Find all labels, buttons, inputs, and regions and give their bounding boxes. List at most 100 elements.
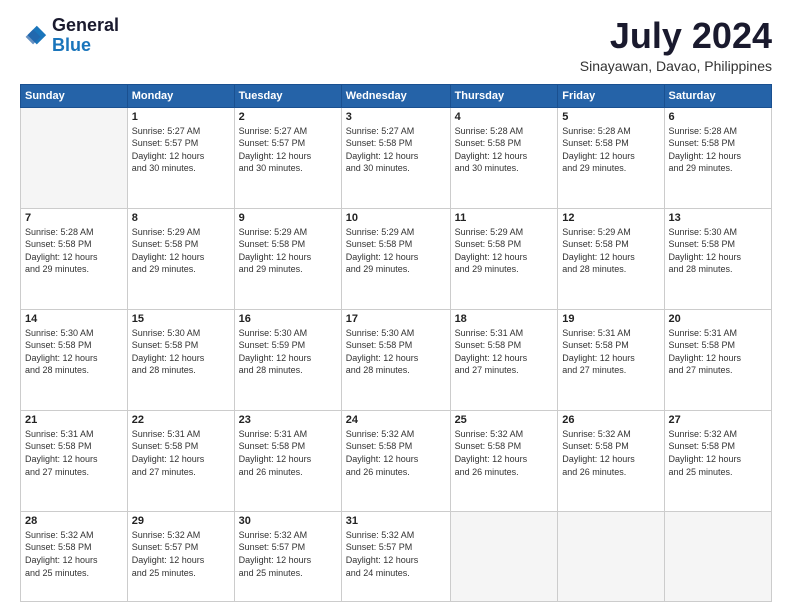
day-info: Sunrise: 5:30 AM Sunset: 5:58 PM Dayligh… (25, 327, 123, 377)
calendar-cell: 11Sunrise: 5:29 AM Sunset: 5:58 PM Dayli… (450, 208, 558, 309)
title-section: July 2024 Sinayawan, Davao, Philippines (580, 16, 772, 74)
page: General Blue July 2024 Sinayawan, Davao,… (0, 0, 792, 612)
day-number: 1 (132, 111, 230, 123)
day-number: 10 (346, 212, 446, 224)
calendar-cell: 16Sunrise: 5:30 AM Sunset: 5:59 PM Dayli… (234, 309, 341, 410)
calendar-cell: 26 Sunrise: 5:32 AM Sunset: 5:58 PM Dayli… (558, 410, 664, 511)
day-number: 24 (346, 414, 446, 426)
day-number: 4 (455, 111, 554, 123)
day-info: Sunrise: 5:28 AM Sunset: 5:58 PM Dayligh… (455, 125, 554, 175)
calendar-cell: 28 Sunrise: 5:32 AM Sunset: 5:58 PM Dayli… (21, 511, 128, 601)
calendar-cell: 29Sunrise: 5:32 AM Sunset: 5:57 PM Dayli… (127, 511, 234, 601)
day-info: Sunrise: 5:32 AM Sunset: 5:58 PM Dayligh… (562, 428, 659, 478)
col-header-wednesday: Wednesday (341, 84, 450, 107)
week-row-3: 14Sunrise: 5:30 AM Sunset: 5:58 PM Dayli… (21, 309, 772, 410)
day-number: 15 (132, 313, 230, 325)
header: General Blue July 2024 Sinayawan, Davao,… (20, 16, 772, 74)
month-title: July 2024 (580, 16, 772, 56)
day-number: 2 (239, 111, 337, 123)
calendar-cell: 1 Sunrise: 5:27 AM Sunset: 5:57 PM Daylig… (127, 107, 234, 208)
day-number: 21 (25, 414, 123, 426)
day-info: Sunrise: 5:27 AM Sunset: 5:57 PM Dayligh… (132, 125, 230, 175)
day-number: 13 (669, 212, 767, 224)
col-header-monday: Monday (127, 84, 234, 107)
calendar-cell: 17 Sunrise: 5:30 AM Sunset: 5:58 PM Dayli… (341, 309, 450, 410)
day-info: Sunrise: 5:31 AM Sunset: 5:58 PM Dayligh… (562, 327, 659, 377)
day-number: 22 (132, 414, 230, 426)
calendar-cell: 25 Sunrise: 5:32 AM Sunset: 5:58 PM Dayli… (450, 410, 558, 511)
calendar-cell: 5Sunrise: 5:28 AM Sunset: 5:58 PM Daylig… (558, 107, 664, 208)
calendar-cell (21, 107, 128, 208)
calendar-cell: 6 Sunrise: 5:28 AM Sunset: 5:58 PM Daylig… (664, 107, 771, 208)
calendar-cell (450, 511, 558, 601)
calendar-cell: 14Sunrise: 5:30 AM Sunset: 5:58 PM Dayli… (21, 309, 128, 410)
calendar-cell: 18 Sunrise: 5:31 AM Sunset: 5:58 PM Dayli… (450, 309, 558, 410)
calendar-cell (558, 511, 664, 601)
calendar-cell: 8Sunrise: 5:29 AM Sunset: 5:58 PM Daylig… (127, 208, 234, 309)
calendar-cell: 7Sunrise: 5:28 AM Sunset: 5:58 PM Daylig… (21, 208, 128, 309)
calendar-cell: 3 Sunrise: 5:27 AM Sunset: 5:58 PM Daylig… (341, 107, 450, 208)
day-number: 26 (562, 414, 659, 426)
header-row: SundayMondayTuesdayWednesdayThursdayFrid… (21, 84, 772, 107)
day-info: Sunrise: 5:30 AM Sunset: 5:58 PM Dayligh… (346, 327, 446, 377)
day-info: Sunrise: 5:32 AM Sunset: 5:57 PM Dayligh… (346, 529, 446, 579)
day-info: Sunrise: 5:29 AM Sunset: 5:58 PM Dayligh… (239, 226, 337, 276)
day-info: Sunrise: 5:28 AM Sunset: 5:58 PM Dayligh… (669, 125, 767, 175)
day-number: 29 (132, 515, 230, 527)
col-header-thursday: Thursday (450, 84, 558, 107)
calendar-cell: 30Sunrise: 5:32 AM Sunset: 5:57 PM Dayli… (234, 511, 341, 601)
day-info: Sunrise: 5:31 AM Sunset: 5:58 PM Dayligh… (455, 327, 554, 377)
day-info: Sunrise: 5:31 AM Sunset: 5:58 PM Dayligh… (132, 428, 230, 478)
day-info: Sunrise: 5:31 AM Sunset: 5:58 PM Dayligh… (239, 428, 337, 478)
calendar-cell: 12 Sunrise: 5:29 AM Sunset: 5:58 PM Dayli… (558, 208, 664, 309)
day-number: 28 (25, 515, 123, 527)
day-number: 18 (455, 313, 554, 325)
calendar-cell: 15 Sunrise: 5:30 AM Sunset: 5:58 PM Dayli… (127, 309, 234, 410)
week-row-1: 1 Sunrise: 5:27 AM Sunset: 5:57 PM Daylig… (21, 107, 772, 208)
location: Sinayawan, Davao, Philippines (580, 58, 772, 74)
day-info: Sunrise: 5:29 AM Sunset: 5:58 PM Dayligh… (346, 226, 446, 276)
logo-text: General Blue (52, 16, 119, 56)
day-info: Sunrise: 5:29 AM Sunset: 5:58 PM Dayligh… (562, 226, 659, 276)
week-row-2: 7Sunrise: 5:28 AM Sunset: 5:58 PM Daylig… (21, 208, 772, 309)
calendar-cell: 24 Sunrise: 5:32 AM Sunset: 5:58 PM Dayli… (341, 410, 450, 511)
col-header-sunday: Sunday (21, 84, 128, 107)
day-info: Sunrise: 5:27 AM Sunset: 5:58 PM Dayligh… (346, 125, 446, 175)
day-info: Sunrise: 5:31 AM Sunset: 5:58 PM Dayligh… (25, 428, 123, 478)
col-header-tuesday: Tuesday (234, 84, 341, 107)
day-info: Sunrise: 5:32 AM Sunset: 5:58 PM Dayligh… (346, 428, 446, 478)
day-info: Sunrise: 5:30 AM Sunset: 5:59 PM Dayligh… (239, 327, 337, 377)
calendar-cell: 21 Sunrise: 5:31 AM Sunset: 5:58 PM Dayli… (21, 410, 128, 511)
day-info: Sunrise: 5:31 AM Sunset: 5:58 PM Dayligh… (669, 327, 767, 377)
day-info: Sunrise: 5:30 AM Sunset: 5:58 PM Dayligh… (132, 327, 230, 377)
day-number: 6 (669, 111, 767, 123)
day-number: 25 (455, 414, 554, 426)
calendar-cell (664, 511, 771, 601)
calendar-cell: 22 Sunrise: 5:31 AM Sunset: 5:58 PM Dayli… (127, 410, 234, 511)
day-number: 7 (25, 212, 123, 224)
calendar-cell: 19 Sunrise: 5:31 AM Sunset: 5:58 PM Dayli… (558, 309, 664, 410)
day-number: 19 (562, 313, 659, 325)
col-header-saturday: Saturday (664, 84, 771, 107)
week-row-4: 21 Sunrise: 5:31 AM Sunset: 5:58 PM Dayli… (21, 410, 772, 511)
calendar-cell: 31 Sunrise: 5:32 AM Sunset: 5:57 PM Dayli… (341, 511, 450, 601)
day-info: Sunrise: 5:32 AM Sunset: 5:58 PM Dayligh… (25, 529, 123, 579)
day-info: Sunrise: 5:30 AM Sunset: 5:58 PM Dayligh… (669, 226, 767, 276)
day-info: Sunrise: 5:28 AM Sunset: 5:58 PM Dayligh… (562, 125, 659, 175)
calendar-cell: 10 Sunrise: 5:29 AM Sunset: 5:58 PM Dayli… (341, 208, 450, 309)
day-number: 9 (239, 212, 337, 224)
day-number: 23 (239, 414, 337, 426)
calendar-cell: 27Sunrise: 5:32 AM Sunset: 5:58 PM Dayli… (664, 410, 771, 511)
day-number: 17 (346, 313, 446, 325)
logo-line1: General (52, 16, 119, 36)
day-number: 3 (346, 111, 446, 123)
day-number: 11 (455, 212, 554, 224)
calendar-cell: 13 Sunrise: 5:30 AM Sunset: 5:58 PM Dayli… (664, 208, 771, 309)
calendar-cell: 2Sunrise: 5:27 AM Sunset: 5:57 PM Daylig… (234, 107, 341, 208)
day-number: 31 (346, 515, 446, 527)
day-info: Sunrise: 5:32 AM Sunset: 5:58 PM Dayligh… (455, 428, 554, 478)
day-number: 12 (562, 212, 659, 224)
col-header-friday: Friday (558, 84, 664, 107)
week-row-5: 28 Sunrise: 5:32 AM Sunset: 5:58 PM Dayli… (21, 511, 772, 601)
day-number: 27 (669, 414, 767, 426)
